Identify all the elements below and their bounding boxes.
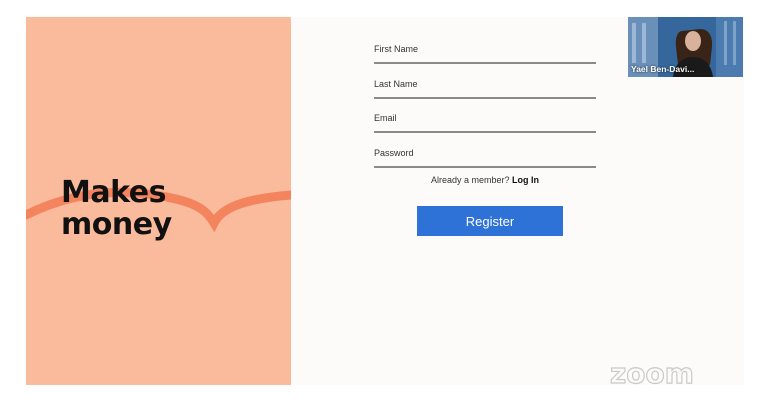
headline-line-2: money [61, 207, 172, 242]
field-underline [374, 96, 596, 99]
password-input[interactable] [374, 141, 596, 168]
first-name-field[interactable]: First Name [374, 38, 596, 73]
field-underline [374, 131, 596, 133]
promo-headline: Makes money [61, 177, 172, 241]
last-name-input[interactable] [374, 72, 596, 99]
register-button[interactable]: Register [417, 206, 563, 236]
member-prompt-text: Already a member? [430, 175, 510, 185]
promo-panel: Makes money [26, 17, 291, 385]
member-prompt-row: Already a member? Log In [374, 175, 596, 185]
email-field[interactable]: Email [374, 107, 596, 142]
login-link[interactable]: Log In [512, 175, 539, 185]
headline-line-1: Makes [61, 175, 166, 210]
first-name-input[interactable] [374, 38, 596, 64]
participant-name: Yael Ben-Davi... [631, 64, 695, 74]
zoom-watermark: zoom [609, 357, 694, 390]
zoom-meeting-view: Makes money First Name Last Name Email P… [0, 0, 771, 403]
email-input[interactable] [374, 107, 596, 133]
participant-video-tile[interactable]: Yael Ben-Davi... [628, 17, 743, 77]
password-field[interactable]: Password [374, 141, 596, 177]
field-underline [374, 62, 596, 64]
last-name-field[interactable]: Last Name [374, 72, 596, 108]
registration-form: First Name Last Name Email Password [374, 38, 596, 176]
field-underline [374, 165, 596, 168]
